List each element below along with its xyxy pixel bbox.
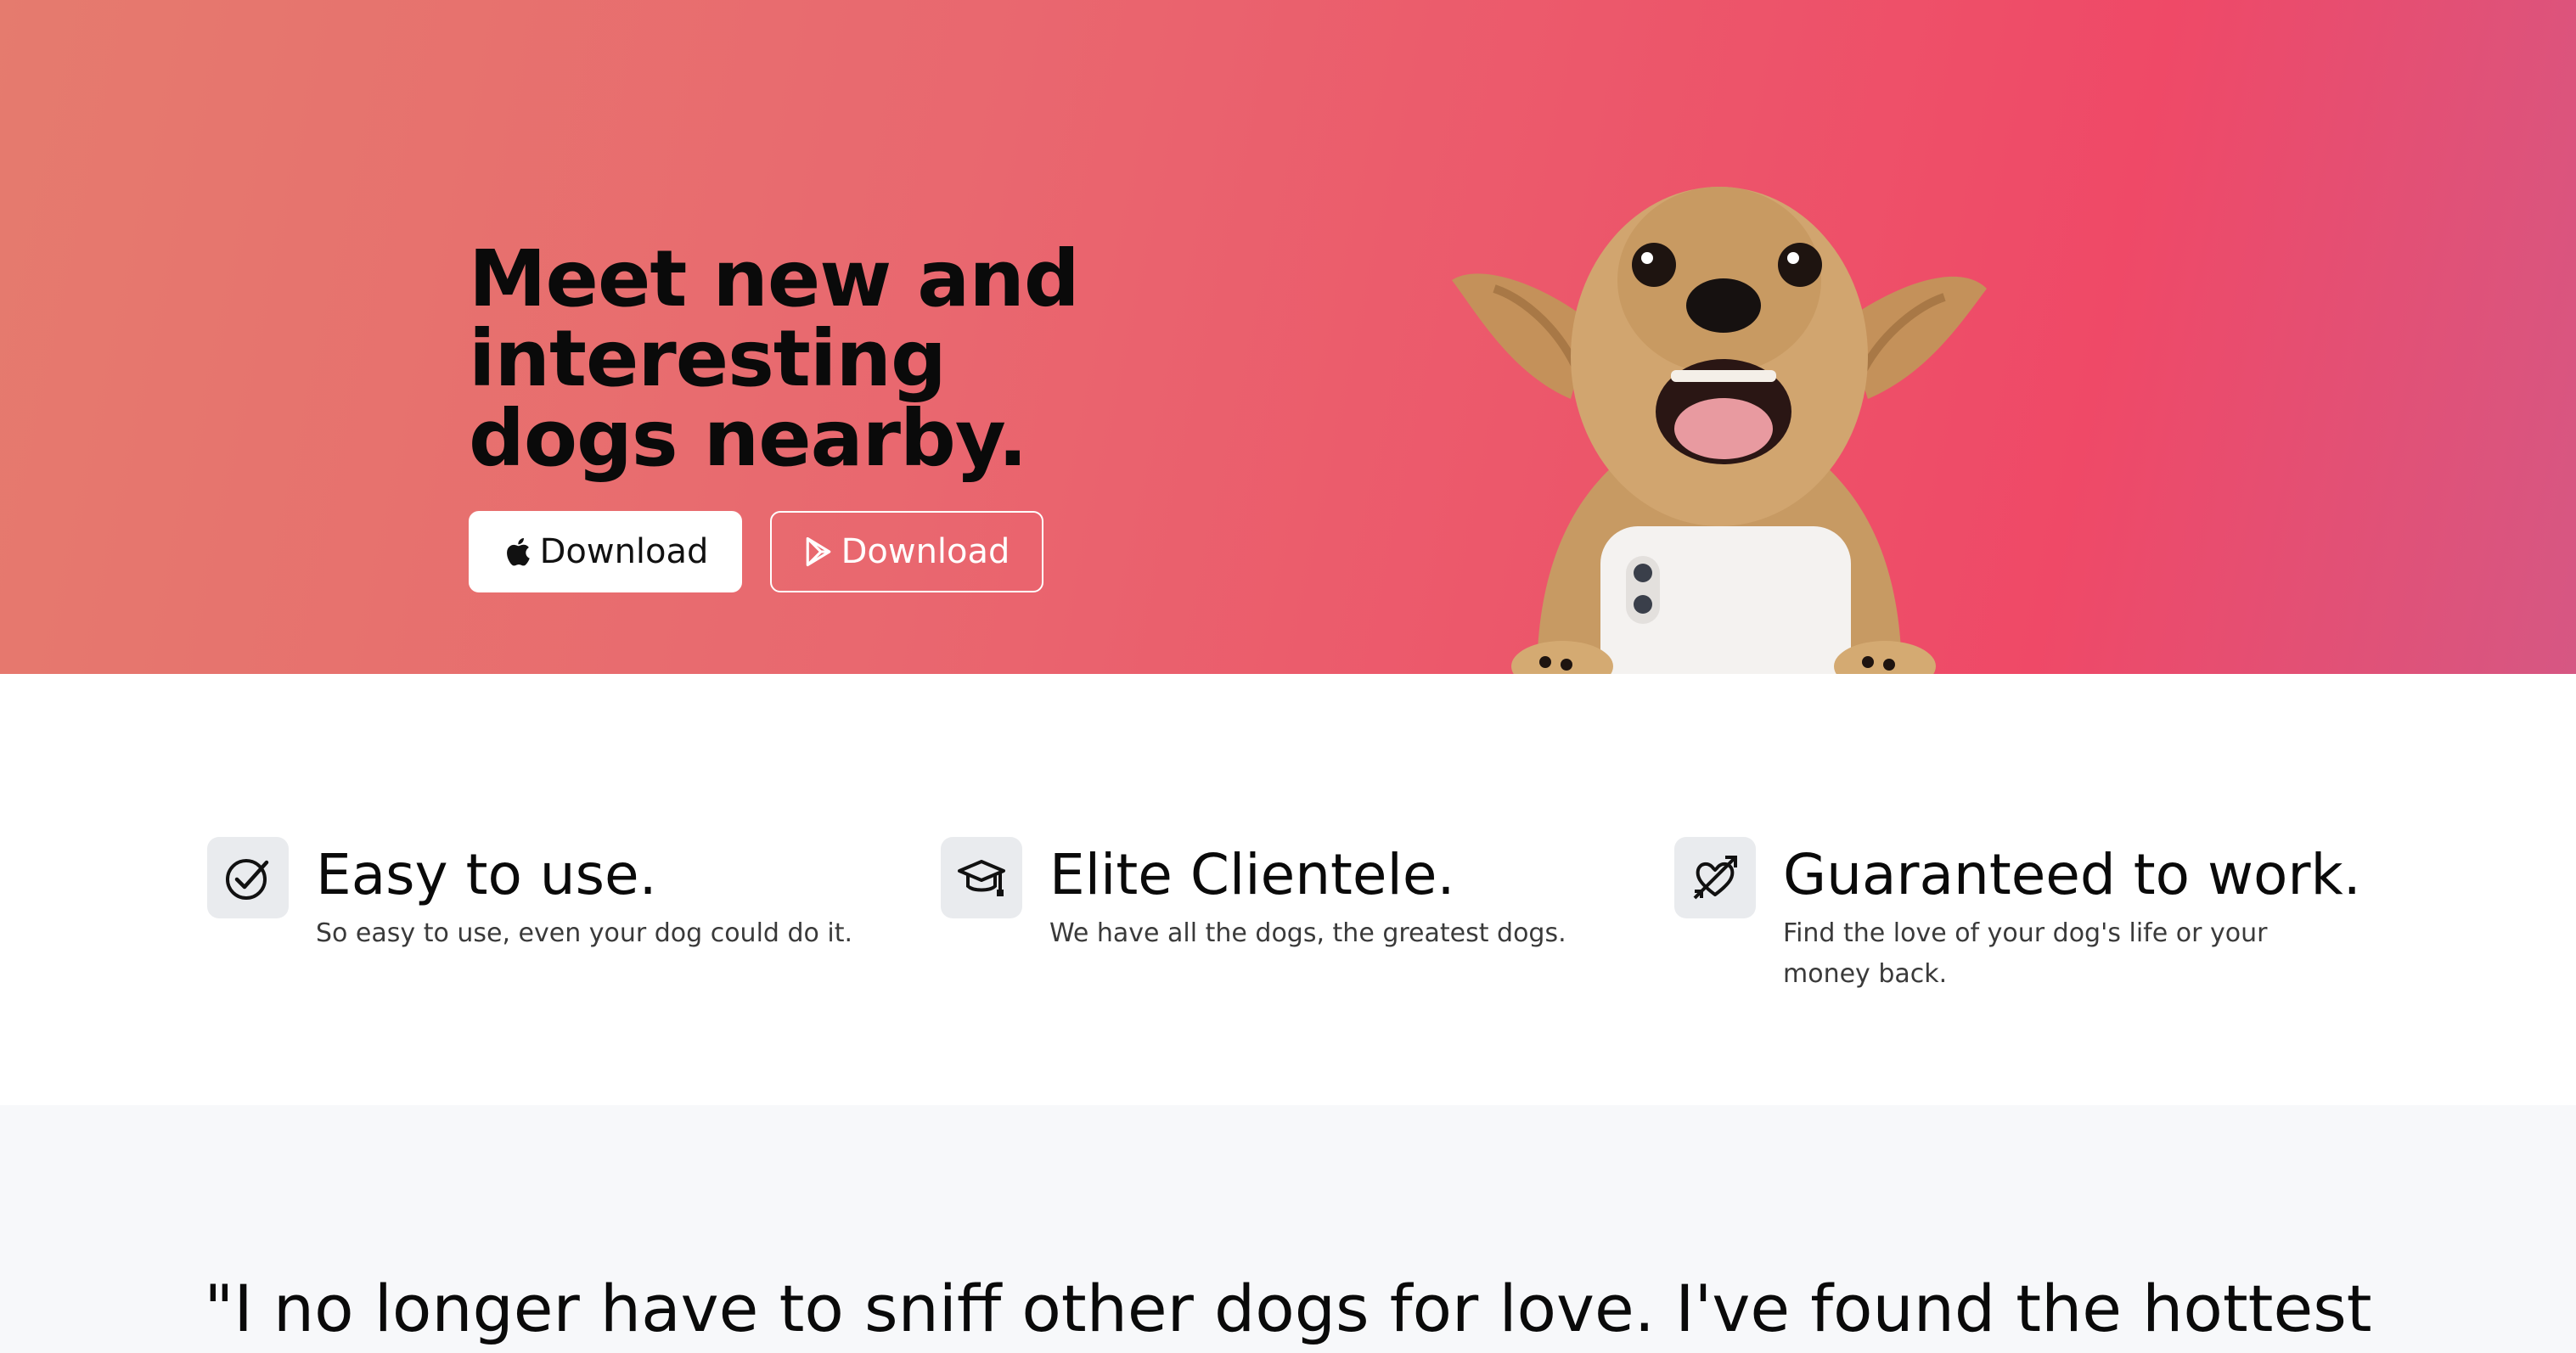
- feature-title: Elite Clientele.: [1049, 842, 1455, 907]
- hero-section: Meet new and interesting dogs nearby. Do…: [0, 0, 2576, 674]
- app-store-download-button[interactable]: Download: [469, 511, 742, 592]
- feature-title: Guaranteed to work.: [1783, 842, 2361, 907]
- testimonial-section: "I no longer have to sniff other dogs fo…: [0, 1105, 2576, 1353]
- app-store-download-label: Download: [539, 532, 709, 571]
- google-play-download-button[interactable]: Download: [770, 511, 1043, 592]
- check-circle-icon: [207, 837, 289, 918]
- feature-description: We have all the dogs, the greatest dogs.: [1049, 918, 1566, 948]
- feature-description: Find the love of your dog's life or your…: [1783, 918, 2268, 989]
- feature-description: So easy to use, even your dog could do i…: [316, 918, 853, 948]
- graduation-cap-icon: [941, 837, 1022, 918]
- google-play-icon: [804, 536, 833, 568]
- apple-icon: [503, 536, 532, 568]
- hero-title: Meet new and interesting dogs nearby.: [469, 233, 1080, 484]
- google-play-download-label: Download: [841, 532, 1010, 571]
- feature-title: Easy to use.: [316, 842, 657, 907]
- heart-arrow-icon: [1674, 837, 1756, 918]
- features-section: Easy to use. So easy to use, even your d…: [0, 674, 2576, 1105]
- testimonial-quote: "I no longer have to sniff other dogs fo…: [204, 1271, 2372, 1346]
- dog-holding-phone-image: [1443, 170, 1995, 674]
